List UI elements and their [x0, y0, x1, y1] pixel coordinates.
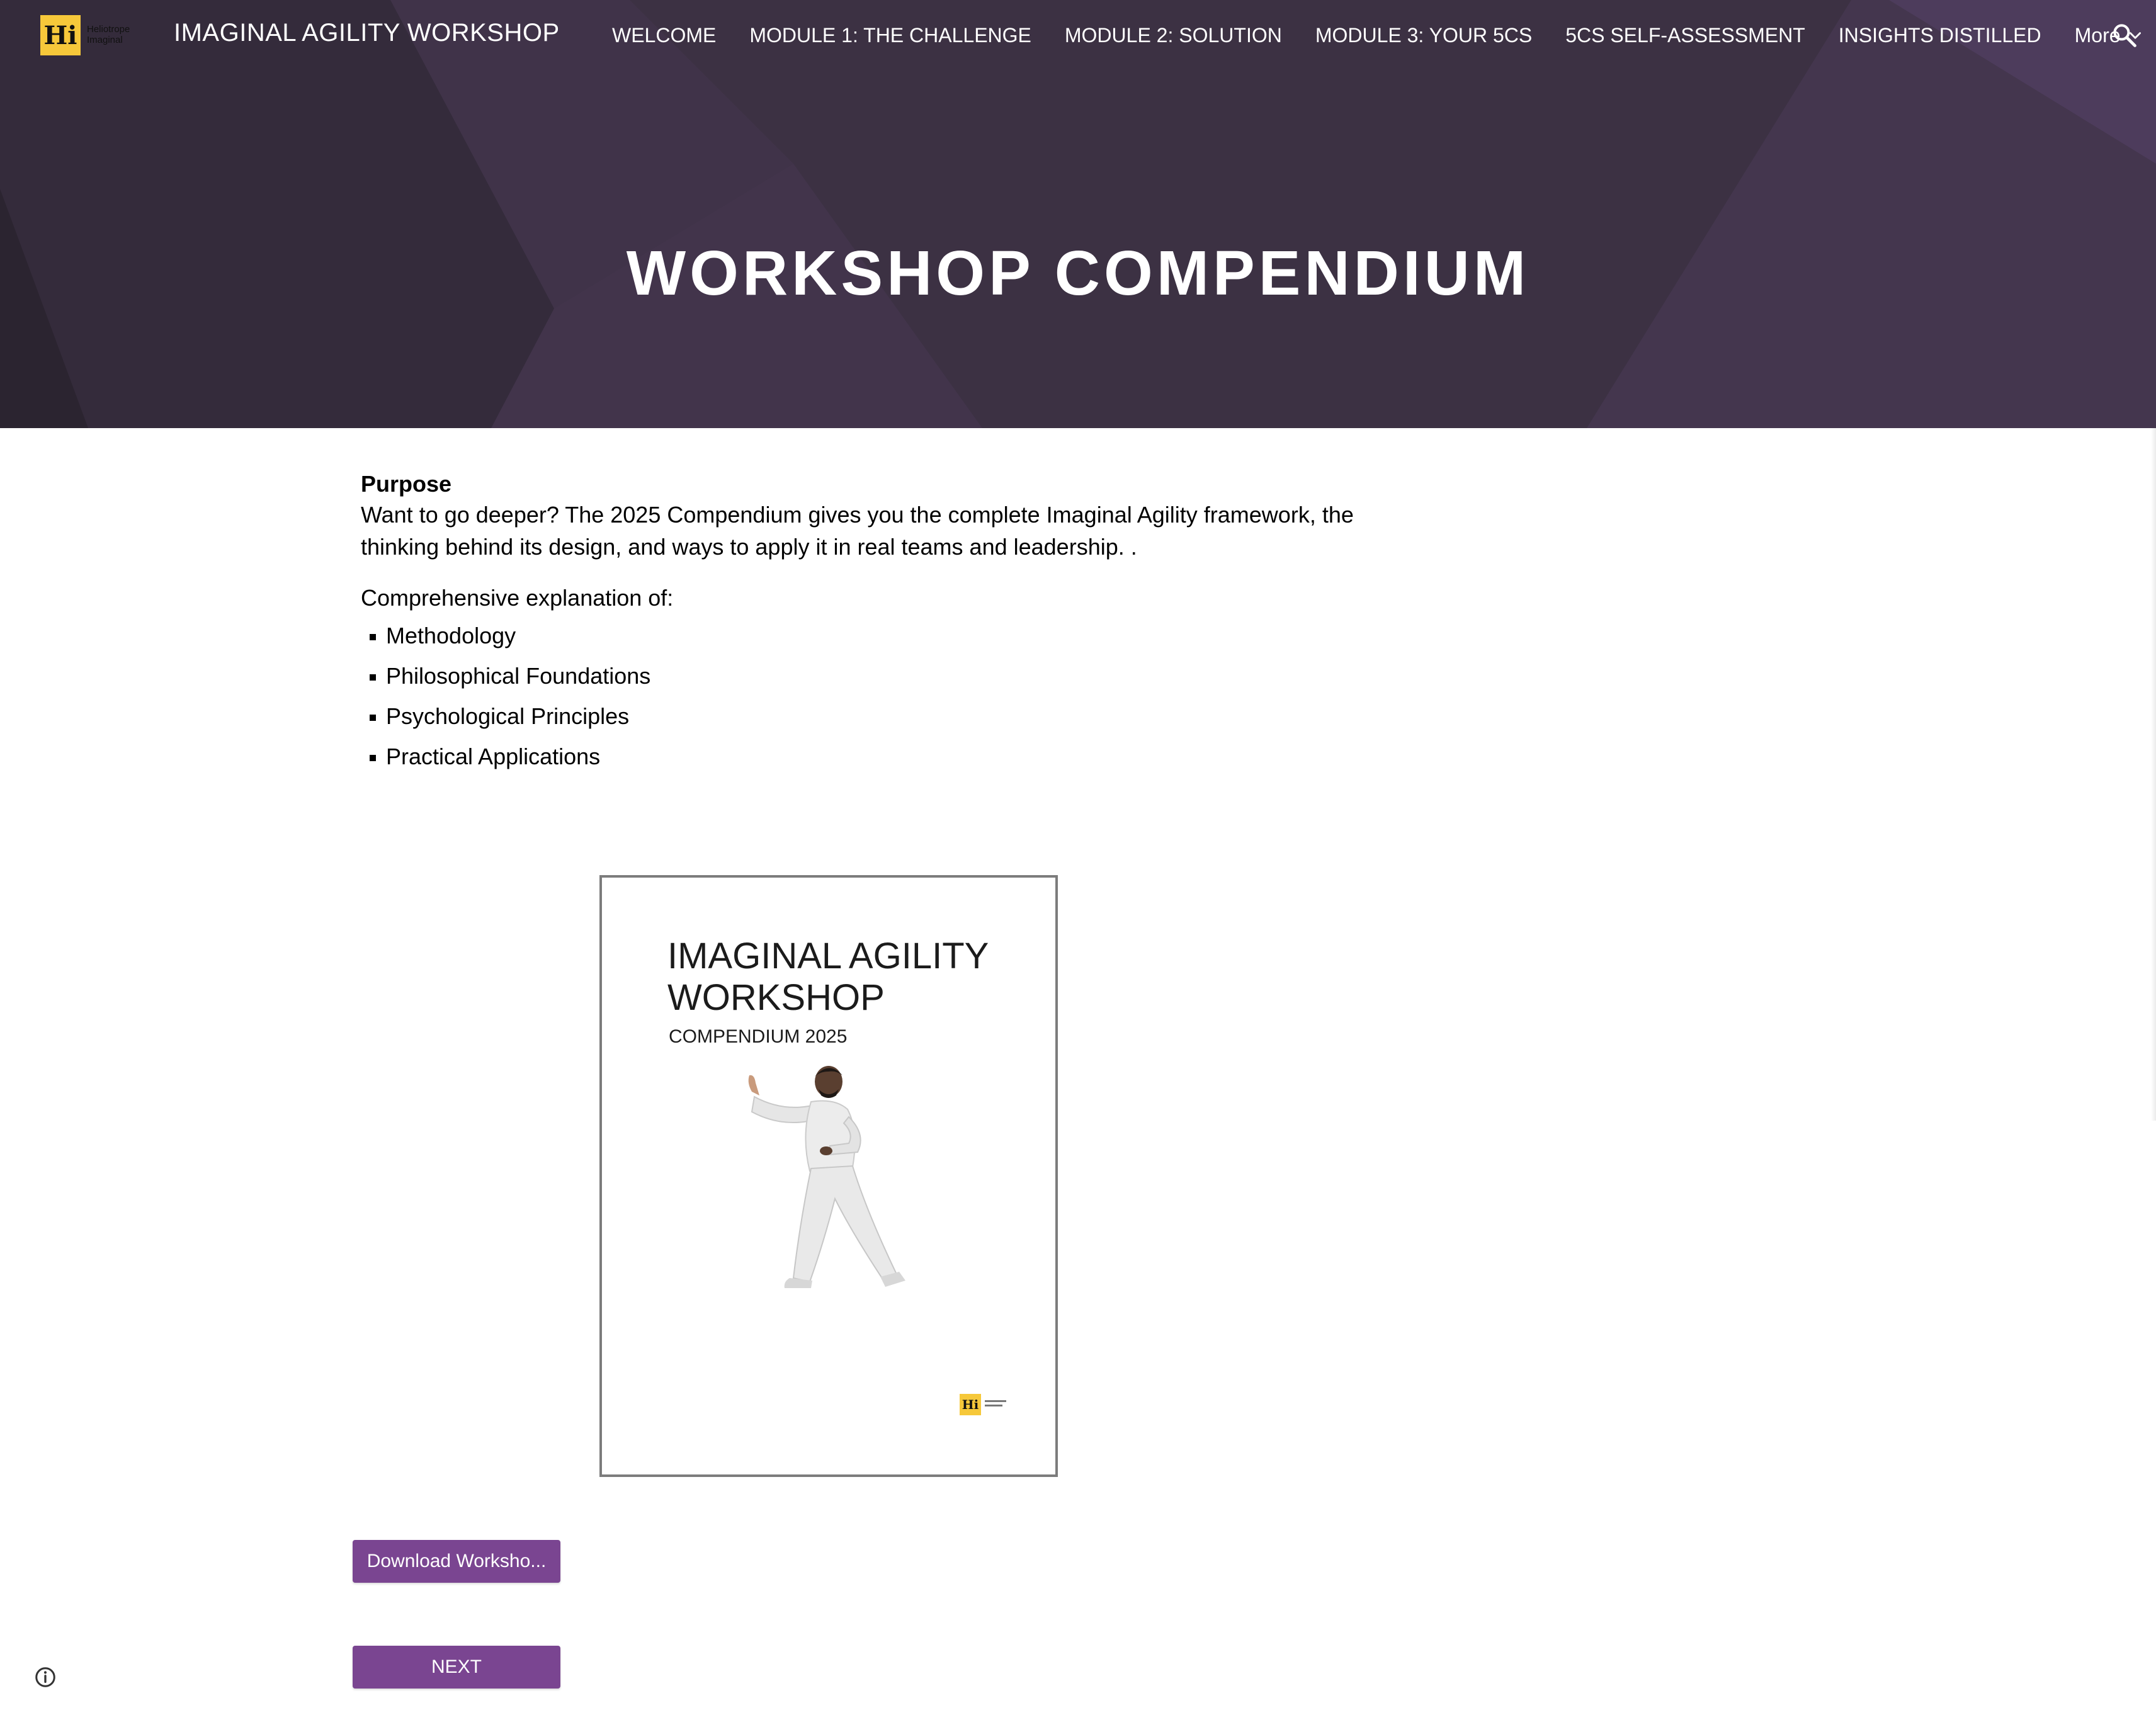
tai-chi-figure-illustration [748, 1066, 905, 1288]
purpose-heading: Purpose [361, 471, 452, 497]
nav-item-module-3[interactable]: MODULE 3: YOUR 5CS [1315, 24, 1532, 47]
bullet-icon [370, 755, 376, 761]
topics-intro: Comprehensive explanation of: [361, 585, 674, 611]
scroll-edge-shadow [2151, 428, 2156, 1121]
topic-list: Methodology Philosophical Foundations Ps… [361, 622, 1431, 771]
page-title: WORKSHOP COMPENDIUM [626, 238, 1530, 308]
topic-label: Methodology [386, 623, 516, 648]
top-navigation: Hi Heliotrope Imaginal IMAGINAL AGILITY … [0, 0, 2156, 71]
site-logo[interactable]: Hi Heliotrope Imaginal [40, 15, 146, 55]
cover-logo-wordmark [985, 1400, 1006, 1406]
nav-item-module-1[interactable]: MODULE 1: THE CHALLENGE [749, 24, 1031, 47]
download-compendium-button[interactable]: Download Worksho... [353, 1540, 560, 1583]
topic-label: Philosophical Foundations [386, 663, 651, 689]
search-icon[interactable] [2111, 21, 2138, 49]
hero-banner: Hi Heliotrope Imaginal IMAGINAL AGILITY … [0, 0, 2156, 428]
cover-title: IMAGINAL AGILITY WORKSHOP [667, 936, 989, 1018]
info-icon[interactable] [34, 1666, 57, 1689]
list-item: Methodology [361, 622, 1431, 650]
compendium-cover-image[interactable]: IMAGINAL AGILITY WORKSHOP COMPENDIUM 202… [599, 875, 1058, 1477]
list-item: Philosophical Foundations [361, 662, 1431, 690]
purpose-text: Want to go deeper? The 2025 Compendium g… [361, 502, 1354, 560]
topic-label: Psychological Principles [386, 703, 630, 729]
next-button[interactable]: NEXT [353, 1646, 560, 1689]
list-item: Psychological Principles [361, 703, 1431, 730]
bullet-icon [370, 674, 376, 681]
cover-subtitle: COMPENDIUM 2025 [669, 1026, 848, 1047]
topic-label: Practical Applications [386, 744, 601, 769]
logo-mark: Hi [40, 15, 81, 55]
bullet-icon [370, 715, 376, 721]
site-title[interactable]: IMAGINAL AGILITY WORKSHOP [174, 19, 560, 47]
nav-item-insights[interactable]: INSIGHTS DISTILLED [1839, 24, 2041, 47]
cover-logo: Hi [960, 1394, 1023, 1419]
nav-item-self-assessment[interactable]: 5CS SELF-ASSESSMENT [1565, 24, 1805, 47]
bullet-icon [370, 634, 376, 640]
nav-item-welcome[interactable]: WELCOME [612, 24, 716, 47]
main-content: Purpose Want to go deeper? The 2025 Comp… [361, 471, 1431, 783]
cover-logo-mark: Hi [960, 1394, 981, 1415]
nav-item-module-2[interactable]: MODULE 2: SOLUTION [1065, 24, 1282, 47]
nav-links: WELCOME MODULE 1: THE CHALLENGE MODULE 2… [612, 24, 2143, 47]
logo-subtext: Heliotrope Imaginal [87, 24, 130, 45]
list-item: Practical Applications [361, 743, 1431, 771]
